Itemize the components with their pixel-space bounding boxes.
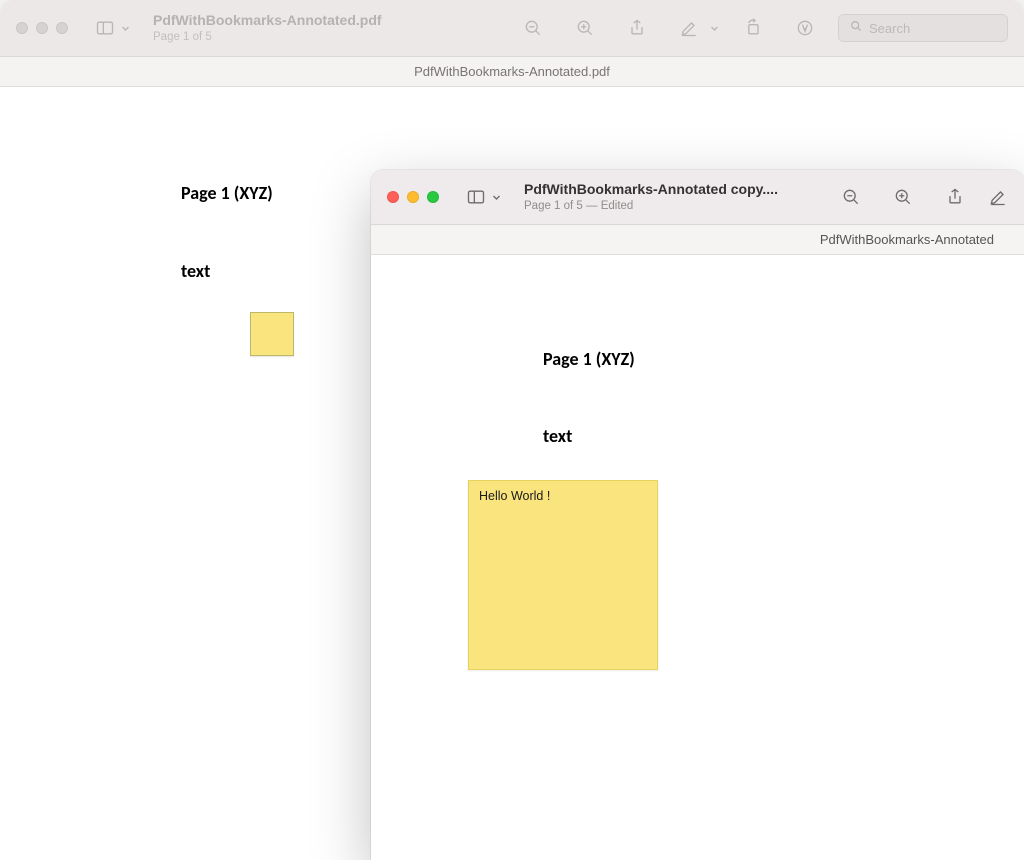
minimize-button[interactable] bbox=[407, 191, 419, 203]
tabbar-front: PdfWithBookmarks-Annotated bbox=[371, 225, 1024, 255]
sticky-note-small[interactable] bbox=[250, 312, 294, 356]
pdf-content-front[interactable]: Page 1 (XYZ) text Hello World ! bbox=[371, 255, 1024, 860]
preview-window-front: PdfWithBookmarks-Annotated copy.... Page… bbox=[371, 170, 1024, 860]
sidebar-toggle[interactable] bbox=[94, 14, 131, 42]
share-button[interactable] bbox=[936, 183, 974, 211]
sticky-note-text: Hello World ! bbox=[479, 489, 550, 503]
search-field[interactable] bbox=[838, 14, 1008, 42]
page-text: text bbox=[543, 425, 572, 447]
traffic-lights-front bbox=[387, 191, 439, 203]
page-heading: Page 1 (XYZ) bbox=[181, 182, 273, 204]
markup-button[interactable] bbox=[988, 183, 1008, 211]
chevron-down-icon bbox=[119, 24, 131, 33]
chevron-down-icon[interactable] bbox=[708, 24, 720, 33]
title-group-front: PdfWithBookmarks-Annotated copy.... Page… bbox=[524, 181, 778, 213]
sidebar-icon bbox=[465, 183, 487, 211]
zoom-out-button[interactable] bbox=[514, 14, 552, 42]
traffic-lights-back bbox=[16, 22, 68, 34]
chevron-down-icon bbox=[490, 193, 502, 202]
search-input[interactable] bbox=[869, 21, 989, 36]
close-button[interactable] bbox=[16, 22, 28, 34]
page-heading: Page 1 (XYZ) bbox=[543, 348, 635, 370]
page-indicator: Page 1 of 5 bbox=[153, 30, 382, 44]
tab-label[interactable]: PdfWithBookmarks-Annotated bbox=[820, 232, 994, 247]
close-button[interactable] bbox=[387, 191, 399, 203]
page-text: text bbox=[181, 260, 210, 282]
sidebar-icon bbox=[94, 14, 116, 42]
zoom-button[interactable] bbox=[56, 22, 68, 34]
zoom-in-button[interactable] bbox=[566, 14, 604, 42]
tab-label[interactable]: PdfWithBookmarks-Annotated.pdf bbox=[414, 64, 610, 79]
share-button[interactable] bbox=[618, 14, 656, 42]
document-title: PdfWithBookmarks-Annotated copy.... bbox=[524, 181, 778, 199]
markup-button[interactable] bbox=[670, 14, 708, 42]
document-title: PdfWithBookmarks-Annotated.pdf bbox=[153, 12, 382, 30]
titlebar-back: PdfWithBookmarks-Annotated.pdf Page 1 of… bbox=[0, 0, 1024, 57]
minimize-button[interactable] bbox=[36, 22, 48, 34]
page-indicator: Page 1 of 5 — Edited bbox=[524, 199, 778, 213]
highlight-button[interactable] bbox=[786, 14, 824, 42]
titlebar-front: PdfWithBookmarks-Annotated copy.... Page… bbox=[371, 170, 1024, 225]
zoom-in-button[interactable] bbox=[884, 183, 922, 211]
zoom-button[interactable] bbox=[427, 191, 439, 203]
title-group-back: PdfWithBookmarks-Annotated.pdf Page 1 of… bbox=[153, 12, 382, 44]
search-icon bbox=[849, 19, 863, 38]
sidebar-toggle[interactable] bbox=[465, 183, 502, 211]
zoom-out-button[interactable] bbox=[832, 183, 870, 211]
sticky-note-large[interactable]: Hello World ! bbox=[468, 480, 658, 670]
tabbar-back: PdfWithBookmarks-Annotated.pdf bbox=[0, 57, 1024, 87]
rotate-button[interactable] bbox=[734, 14, 772, 42]
